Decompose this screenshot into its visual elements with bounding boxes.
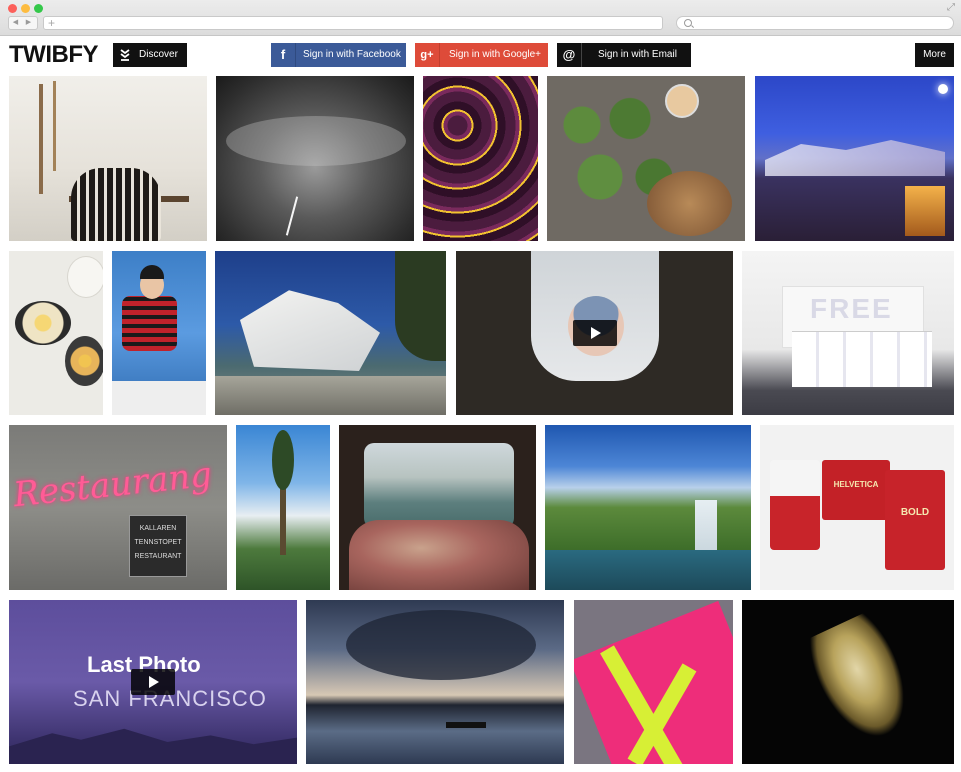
photo-colored-pencils[interactable] — [423, 76, 538, 241]
google-plus-icon: g+ — [415, 43, 440, 67]
photo-girl-at-window-video[interactable] — [456, 251, 733, 415]
package-box-1 — [822, 460, 890, 520]
box-label-bold: BOLD — [900, 507, 930, 518]
photo-workspace-chair[interactable] — [9, 76, 207, 241]
discover-chevrons-icon — [120, 49, 130, 61]
reception-desk — [792, 331, 932, 387]
search-icon — [684, 19, 692, 27]
photo-eggs-skillet[interactable] — [9, 251, 103, 415]
discover-label: Discover — [139, 49, 178, 60]
video-play-button[interactable] — [573, 320, 617, 346]
paved-path — [215, 376, 446, 415]
tree — [395, 251, 446, 361]
forward-arrow-icon[interactable]: ▶ — [22, 17, 35, 29]
box-label-helvetica: HELVETICA — [833, 480, 879, 489]
photo-santorini-night[interactable] — [755, 76, 954, 241]
photo-dancer-silk[interactable] — [742, 600, 954, 764]
discover-button[interactable]: Discover — [113, 43, 187, 67]
photo-pink-x-poster[interactable] — [574, 600, 733, 764]
city-skyline — [9, 728, 297, 764]
beanie — [140, 265, 164, 279]
minimize-window-icon[interactable] — [21, 4, 30, 13]
video-play-button[interactable] — [131, 669, 175, 695]
sign-in-email-button[interactable]: @ Sign in with Email — [557, 43, 691, 67]
skillet — [65, 336, 103, 386]
striped-sweater — [122, 296, 177, 351]
skillet-eggs — [15, 301, 71, 345]
browser-chrome: ◀ ▶ + ⤢ — [0, 0, 961, 36]
dancer-figure — [800, 608, 924, 752]
drink-cup — [770, 460, 820, 550]
cliff-village — [765, 140, 945, 176]
browser-search-field[interactable] — [676, 16, 954, 30]
dark-cloud — [346, 610, 536, 680]
address-bar[interactable]: + — [43, 16, 663, 30]
photo-storm-cloud[interactable] — [216, 76, 414, 241]
photo-sailor-woman[interactable] — [112, 251, 206, 415]
photo-modern-house[interactable] — [215, 251, 446, 415]
lightning-bolt — [285, 196, 299, 236]
facebook-icon: f — [271, 43, 296, 67]
google-label: Sign in with Google+ — [449, 49, 542, 60]
twibfy-logo[interactable]: TWIBFY — [9, 40, 98, 70]
facebook-label: Sign in with Facebook — [303, 49, 401, 60]
cloud-layer — [226, 116, 406, 166]
email-label: Sign in with Email — [598, 49, 677, 60]
more-button[interactable]: More — [915, 43, 954, 67]
package-box-2 — [885, 470, 945, 570]
plaque-line: RESTAURANT — [134, 553, 182, 560]
photo-office-free[interactable]: FREE — [742, 251, 954, 415]
photo-van-view[interactable] — [339, 425, 536, 590]
photo-last-photo-san-francisco-video[interactable]: Last Photo SAN FRANCISCO — [9, 600, 297, 764]
wall-tool — [39, 84, 43, 194]
back-forward-buttons[interactable]: ◀ ▶ — [8, 16, 38, 30]
moon — [938, 84, 948, 94]
photo-red-packaging[interactable]: HELVETICA BOLD — [760, 425, 954, 590]
plaque-line: KALLAREN — [139, 525, 177, 532]
email-at-icon: @ — [557, 43, 582, 67]
neon-sign-text: Restaurang — [11, 454, 214, 516]
photo-artichokes-bread[interactable] — [547, 76, 745, 241]
maximize-window-icon[interactable] — [34, 4, 43, 13]
back-arrow-icon[interactable]: ◀ — [9, 17, 22, 29]
house-facade — [240, 290, 380, 371]
restaurant-plaque: KALLAREN TENNSTOPET RESTAURANT — [129, 515, 187, 577]
fullscreen-icon[interactable]: ⤢ — [947, 2, 955, 13]
bread-loaf — [647, 171, 732, 236]
plaque-line: TENNSTOPET — [134, 539, 182, 546]
wall-tool — [53, 81, 56, 171]
van-window-view — [364, 443, 514, 528]
woven-chair — [71, 168, 161, 241]
wall-text-free: FREE — [810, 293, 893, 324]
waterfall — [695, 500, 717, 550]
river — [545, 550, 751, 590]
photo-restaurang-sign[interactable]: Restaurang KALLAREN TENNSTOPET RESTAURAN… — [9, 425, 227, 590]
plate — [67, 256, 103, 298]
lit-water — [905, 186, 945, 236]
wine-glass — [665, 84, 699, 118]
blankets — [349, 520, 529, 590]
canoe — [446, 722, 486, 728]
new-tab-plus-icon[interactable]: + — [48, 16, 55, 30]
photo-waterfall[interactable] — [545, 425, 751, 590]
sign-in-google-button[interactable]: g+ Sign in with Google+ — [415, 43, 548, 67]
close-window-icon[interactable] — [8, 4, 17, 13]
boat-deck — [112, 381, 206, 415]
tree-canopy — [272, 430, 294, 490]
sign-in-facebook-button[interactable]: f Sign in with Facebook — [271, 43, 406, 67]
photo-tall-tree[interactable] — [236, 425, 330, 590]
photo-lake-sunset[interactable] — [306, 600, 564, 764]
